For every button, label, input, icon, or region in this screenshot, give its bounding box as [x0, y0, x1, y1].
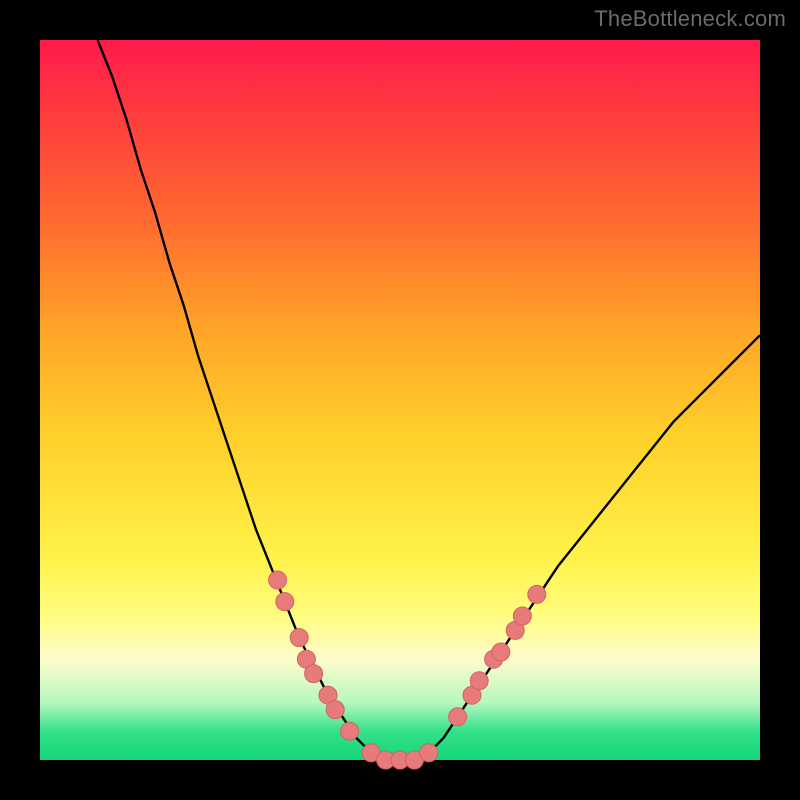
chart-stage: TheBottleneck.com [0, 0, 800, 800]
marker-dot [276, 593, 294, 611]
bottleneck-curve [98, 40, 760, 760]
watermark-text: TheBottleneck.com [594, 6, 786, 32]
marker-dot [269, 571, 287, 589]
marker-dot [470, 672, 488, 690]
marker-dot [513, 607, 531, 625]
marker-dot [420, 744, 438, 762]
marker-dot [492, 643, 510, 661]
marker-dot [305, 665, 323, 683]
marker-dot [341, 722, 359, 740]
plot-area [40, 40, 760, 760]
marker-dot [449, 708, 467, 726]
marker-layer [269, 571, 546, 769]
marker-dot [290, 629, 308, 647]
chart-svg [40, 40, 760, 760]
marker-dot [528, 585, 546, 603]
marker-dot [326, 701, 344, 719]
